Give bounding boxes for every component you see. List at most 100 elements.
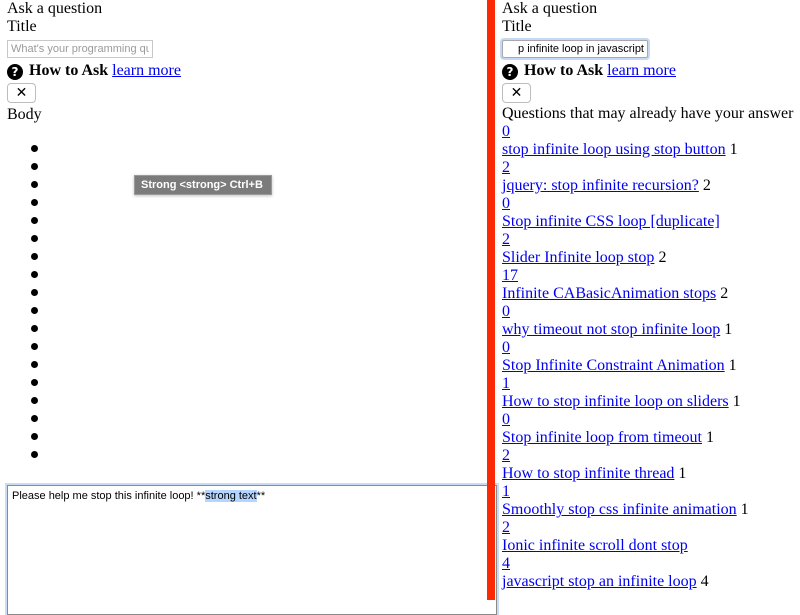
bullet-icon [31, 397, 38, 404]
preview-list-item [31, 320, 487, 338]
bullet-icon [31, 271, 38, 278]
bullet-icon [31, 361, 38, 368]
question-title-link[interactable]: why timeout not stop infinite loop [502, 321, 720, 338]
question-votes-link[interactable]: 1 [502, 375, 510, 392]
bullet-icon [31, 289, 38, 296]
title-row: Stop infinite loop from timeout 1 [502, 429, 800, 447]
question-title-link[interactable]: Infinite CABasicAnimation stops [502, 285, 716, 302]
preview-list-item [31, 284, 487, 302]
right-pane: Ask a question Title ? How to Ask learn … [495, 0, 800, 600]
similar-question-item: 0 Stop Infinite Constraint Animation 1 [502, 339, 800, 375]
learn-more-link[interactable]: learn more [112, 62, 181, 79]
similar-questions-list: 0 stop infinite loop using stop button 12… [502, 123, 800, 591]
vote-row: 1 [502, 375, 800, 393]
vote-row: 0 [502, 123, 800, 141]
body-label: Body [7, 106, 42, 123]
preview-list-item [31, 392, 487, 410]
similar-question-item: 0 why timeout not stop infinite loop 1 [502, 303, 800, 339]
similar-questions-heading: Questions that may already have your ans… [502, 105, 794, 122]
question-votes-link[interactable]: 0 [502, 411, 510, 428]
answer-count: 1 [732, 393, 741, 410]
body-editor[interactable]: Please help me stop this infinite loop! … [7, 485, 497, 615]
question-votes-link[interactable]: 1 [502, 483, 510, 500]
page-title: Ask a question [7, 0, 103, 17]
question-votes-link[interactable]: 0 [502, 339, 510, 356]
question-votes-link[interactable]: 0 [502, 123, 510, 140]
editor-selection: strong text [205, 490, 257, 502]
similar-question-item: 1 How to stop infinite loop on sliders 1 [502, 375, 800, 411]
question-circle-icon: ? [7, 64, 23, 80]
preview-list-item [31, 446, 487, 464]
bullet-icon [31, 433, 38, 440]
title-row: why timeout not stop infinite loop 1 [502, 321, 800, 339]
how-to-ask: ? How to Ask learn more [502, 61, 800, 81]
question-votes-link[interactable]: 2 [502, 159, 510, 176]
editor-text: Please help me stop this infinite loop! … [12, 490, 206, 502]
question-votes-link[interactable]: 17 [502, 267, 518, 284]
learn-more-link[interactable]: learn more [607, 62, 676, 79]
question-title-link[interactable]: Stop infinite loop from timeout [502, 429, 702, 446]
title-row: Ionic infinite scroll dont stop [502, 537, 800, 555]
answer-count: 2 [720, 285, 729, 302]
question-votes-link[interactable]: 0 [502, 303, 510, 320]
preview-list-item [31, 410, 487, 428]
question-title-link[interactable]: How to stop infinite loop on sliders [502, 393, 729, 410]
vote-row: 0 [502, 303, 800, 321]
title-label: Title [7, 18, 37, 35]
how-to-ask-label: How to Ask [29, 62, 109, 79]
close-button[interactable]: ✕ [502, 83, 531, 103]
question-votes-link[interactable]: 0 [502, 195, 510, 212]
answer-count: 1 [729, 141, 738, 158]
how-to-ask: ? How to Ask learn more [7, 61, 487, 81]
bullet-icon [31, 451, 38, 458]
vote-row: 2 [502, 159, 800, 177]
title-row: Stop infinite CSS loop [duplicate] [502, 213, 800, 231]
question-votes-link[interactable]: 2 [502, 447, 510, 464]
answer-count: 4 [700, 573, 709, 590]
vote-row: 4 [502, 555, 800, 573]
close-button[interactable]: ✕ [7, 83, 36, 103]
vote-row: 0 [502, 339, 800, 357]
page-title: Ask a question [502, 0, 598, 17]
preview-list-item [31, 374, 487, 392]
question-title-link[interactable]: Slider Infinite loop stop [502, 249, 654, 266]
question-title-link[interactable]: Ionic infinite scroll dont stop [502, 537, 688, 554]
preview-list-item [31, 212, 487, 230]
title-row: How to stop infinite loop on sliders 1 [502, 393, 800, 411]
title-input[interactable] [7, 40, 153, 58]
preview-list-item [31, 230, 487, 248]
bullet-icon [31, 343, 38, 350]
how-to-ask-label: How to Ask [524, 62, 604, 79]
bullet-icon [31, 253, 38, 260]
similar-question-item: 2 Slider Infinite loop stop 2 [502, 231, 800, 267]
bullet-icon [31, 181, 38, 188]
title-row: How to stop infinite thread 1 [502, 465, 800, 483]
question-title-link[interactable]: jquery: stop infinite recursion? [502, 177, 699, 194]
question-votes-link[interactable]: 2 [502, 231, 510, 248]
question-title-link[interactable]: stop infinite loop using stop button [502, 141, 726, 158]
similar-question-item: 0 stop infinite loop using stop button 1 [502, 123, 800, 159]
bullet-icon [31, 325, 38, 332]
vote-row: 17 [502, 267, 800, 285]
question-circle-icon: ? [502, 64, 518, 80]
similar-question-item: 4 javascript stop an infinite loop 4 [502, 555, 800, 591]
question-title-link[interactable]: How to stop infinite thread [502, 465, 674, 482]
similar-question-item: 17 Infinite CABasicAnimation stops 2 [502, 267, 800, 303]
similar-question-item: 1 Smoothly stop css infinite animation 1 [502, 483, 800, 519]
title-row: Infinite CABasicAnimation stops 2 [502, 285, 800, 303]
vote-row: 0 [502, 411, 800, 429]
question-votes-link[interactable]: 4 [502, 555, 510, 572]
title-input[interactable] [502, 40, 648, 58]
strong-tooltip: Strong <strong> Ctrl+B [134, 175, 272, 195]
bullet-icon [31, 163, 38, 170]
question-title-link[interactable]: Smoothly stop css infinite animation [502, 501, 737, 518]
preview-list-item [31, 356, 487, 374]
vote-row: 2 [502, 231, 800, 249]
question-title-link[interactable]: Stop infinite CSS loop [duplicate] [502, 213, 720, 230]
preview-list-item [31, 194, 487, 212]
similar-question-item: 2 jquery: stop infinite recursion? 2 [502, 159, 800, 195]
question-title-link[interactable]: Stop Infinite Constraint Animation [502, 357, 725, 374]
close-icon: ✕ [15, 84, 28, 101]
question-votes-link[interactable]: 2 [502, 519, 510, 536]
question-title-link[interactable]: javascript stop an infinite loop [502, 573, 697, 590]
